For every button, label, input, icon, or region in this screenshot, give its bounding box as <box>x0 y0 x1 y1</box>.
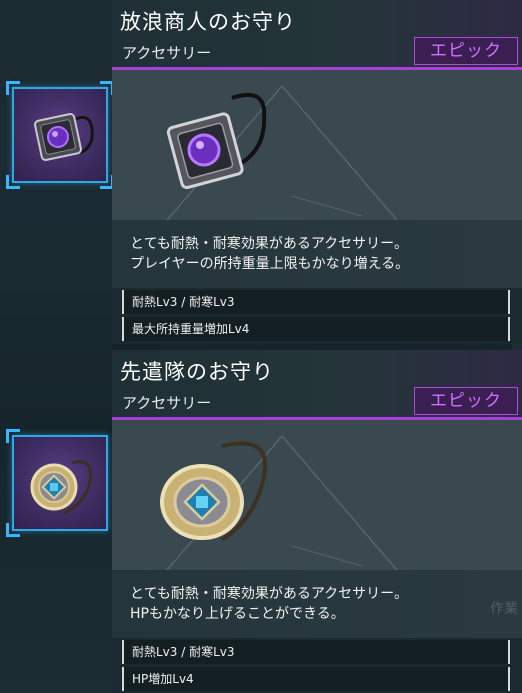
item-slot-vanguard-amulet[interactable] <box>6 429 108 537</box>
description-line: HPもかなり上げることができる。 <box>130 606 345 622</box>
item-detail-card: 先遣隊のお守り アクセサリー エピック とても耐熱・耐寒効果があるアクセサリー。… <box>112 350 522 693</box>
purple-gem-amulet-icon <box>34 113 94 161</box>
gold-blue-gem-amulet-icon <box>160 441 268 542</box>
description-line: とても耐熱・耐寒効果があるアクセサリー。 <box>130 236 409 252</box>
stat-row: 耐熱Lv3 / 耐寒Lv3 <box>122 640 510 664</box>
selection-corner <box>6 175 20 189</box>
item-detail-card: 放浪商人のお守り アクセサリー エピック とても耐熱・耐寒効果があるアクセサリー… <box>112 0 522 344</box>
item-header: 放浪商人のお守り アクセサリー エピック <box>112 0 522 70</box>
stat-row: 最大所持重量増加Lv4 <box>122 317 510 341</box>
item-slot-wanderer-amulet[interactable] <box>6 81 114 189</box>
selection-corner <box>6 81 20 95</box>
item-artwork <box>112 420 522 570</box>
gold-blue-gem-amulet-icon <box>30 460 93 515</box>
rarity-badge: エピック <box>414 387 518 415</box>
item-stats: 耐熱Lv3 / 耐寒Lv3 最大所持重量増加Lv4 <box>112 288 522 344</box>
stat-row: HP増加Lv4 <box>122 667 510 691</box>
selection-corner <box>6 523 20 537</box>
selection-corner <box>6 429 20 443</box>
item-description: とても耐熱・耐寒効果があるアクセサリー。 プレイヤーの所持重量上限もかなり増える… <box>112 220 522 288</box>
item-name: 放浪商人のお守り <box>120 10 296 34</box>
item-category: アクセサリー <box>122 394 212 412</box>
purple-gem-amulet-icon <box>166 93 267 190</box>
item-name: 先遣隊のお守り <box>120 360 274 384</box>
description-line: とても耐熱・耐寒効果があるアクセサリー。 <box>130 586 409 602</box>
description-line: プレイヤーの所持重量上限もかなり増える。 <box>130 256 410 272</box>
background-text: 作業 <box>490 601 518 617</box>
item-header: 先遣隊のお守り アクセサリー エピック <box>112 350 522 420</box>
rarity-badge: エピック <box>414 37 518 65</box>
item-stats: 耐熱Lv3 / 耐寒Lv3 HP増加Lv4 <box>112 638 522 693</box>
item-category: アクセサリー <box>122 44 212 62</box>
item-description: とても耐熱・耐寒効果があるアクセサリー。 HPもかなり上げることができる。 <box>112 570 522 638</box>
stat-row: 耐熱Lv3 / 耐寒Lv3 <box>122 290 510 314</box>
item-artwork <box>112 70 522 220</box>
